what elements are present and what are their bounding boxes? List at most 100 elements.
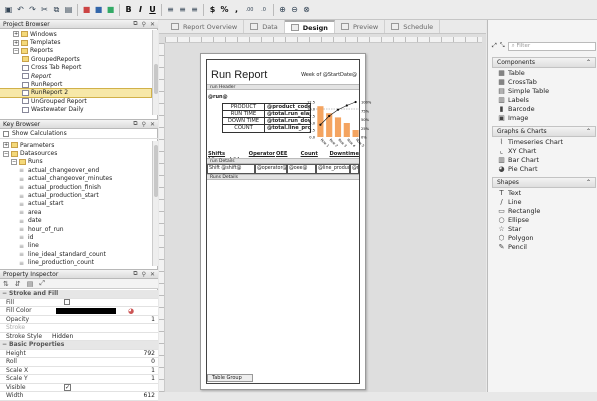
kpi-row[interactable]: PRODUCT @product_code — [223, 104, 310, 111]
key-tree-item[interactable]: ≡ actual_production_start — [0, 191, 151, 200]
shift-cell[interactable]: @operator@ — [255, 164, 287, 174]
tab-schedule[interactable]: Schedule — [385, 20, 441, 33]
property-value[interactable]: 792 — [52, 350, 158, 357]
expand-toggle-icon[interactable]: − — [13, 47, 19, 54]
bar[interactable] — [317, 106, 324, 137]
component-item-xy-chart[interactable]: ⌞ XY Chart — [492, 146, 596, 155]
shift-cell[interactable]: @run_down_time@ — [350, 164, 359, 174]
component-item-pie-chart[interactable]: ◕ Pie Chart — [492, 164, 596, 173]
project-tree-item[interactable]: + Windows — [0, 30, 151, 38]
key-tree-item[interactable]: + Parameters — [0, 141, 151, 149]
runs-details-band[interactable]: Runs Details — [207, 174, 359, 180]
line-point[interactable] — [354, 100, 357, 104]
component-item-image[interactable]: ▣ Image — [492, 113, 596, 122]
report-week[interactable]: Week of @StartDate@ — [301, 72, 357, 78]
kpi-row[interactable]: DOWN TIME @total.run_dow — [223, 118, 310, 125]
key-tree-item[interactable]: − Runs — [0, 158, 151, 166]
save-icon[interactable]: ▣ — [3, 4, 14, 15]
property-category[interactable]: − Basic Properties — [0, 341, 158, 350]
component-group-header[interactable]: Shapes ⌃ — [492, 177, 596, 188]
percent-button[interactable]: % — [219, 4, 230, 15]
underline-button[interactable]: U — [147, 4, 158, 15]
bar[interactable] — [352, 130, 359, 137]
pin-icon[interactable]: ⚲ — [142, 21, 146, 28]
fill-checkbox[interactable] — [64, 299, 70, 306]
inc-decimal-button[interactable]: .00 — [243, 4, 256, 15]
property-value[interactable]: 612 — [52, 392, 158, 399]
shifts-column-header[interactable]: Downtime — [328, 151, 359, 158]
collapse-chevron-icon[interactable]: ⌃ — [586, 179, 591, 186]
bar[interactable] — [343, 123, 350, 137]
component-item-bar-chart[interactable]: ▥ Bar Chart — [492, 155, 596, 164]
shift-cell[interactable]: @line_production_count@ — [316, 164, 350, 174]
expand-toggle-icon[interactable]: + — [3, 142, 9, 149]
line-point[interactable] — [328, 114, 331, 118]
property-row[interactable]: Fill — [0, 298, 158, 307]
pin-icon[interactable]: ⚲ — [142, 121, 146, 128]
tab-design[interactable]: Design — [284, 20, 335, 33]
project-tree-item[interactable]: − Reports — [0, 47, 151, 55]
property-row[interactable]: Width 612 — [0, 392, 158, 401]
tab-report-overview[interactable]: Report Overview — [165, 20, 245, 33]
report-title[interactable]: Run Report — [211, 69, 267, 81]
run-header-band[interactable]: run Header — [207, 84, 359, 90]
component-item-star[interactable]: ☆ Star — [492, 224, 596, 233]
component-item-simple-table[interactable]: ▤ Simple Table — [492, 86, 596, 95]
component-item-pencil[interactable]: ✎ Pencil — [492, 242, 596, 251]
table-group-label[interactable]: Table Group — [207, 374, 253, 382]
zoom-fit-icon[interactable]: ⊗ — [301, 4, 312, 15]
component-item-ellipse[interactable]: ○ Ellipse — [492, 215, 596, 224]
project-tree-item[interactable]: GroupedReports — [0, 55, 151, 63]
property-row[interactable]: Opacity 1 — [0, 315, 158, 324]
property-category[interactable]: − Stroke and Fill — [0, 290, 158, 299]
key-tree-item[interactable]: − Datasources — [0, 149, 151, 157]
key-tree-item[interactable]: ≡ line_ideal_standard_count — [0, 250, 151, 259]
close-icon[interactable]: ✕ — [150, 271, 155, 278]
component-item-text[interactable]: T Text — [492, 188, 596, 197]
bold-button[interactable]: B — [123, 4, 134, 15]
cut-icon[interactable]: ✂ — [39, 4, 50, 15]
visible-checkbox[interactable]: ✓ — [64, 383, 71, 391]
property-row[interactable]: Roll 0 — [0, 358, 158, 367]
property-row[interactable]: Scale X 1 — [0, 366, 158, 375]
expand-toggle-icon[interactable]: + — [13, 39, 19, 46]
key-tree-item[interactable]: ≡ id — [0, 233, 151, 242]
expand-toggle-icon[interactable]: − — [11, 158, 17, 165]
component-item-table[interactable]: ▦ Table — [492, 68, 596, 77]
project-tree-item[interactable]: Cross Tab Report — [0, 64, 151, 72]
key-tree-item[interactable]: ≡ actual_start — [0, 200, 151, 208]
zoom-in-icon[interactable]: ⊕ — [277, 4, 288, 15]
expand-all-icon[interactable]: ⤢ — [39, 279, 45, 288]
scroll-thumb[interactable] — [154, 145, 158, 197]
property-row[interactable]: Fill Color ◕ — [0, 307, 158, 316]
project-tree-item[interactable]: Wastewater Daily — [0, 106, 151, 114]
collapse-icon[interactable]: ⤡ — [500, 42, 505, 50]
comma-button[interactable]: , — [231, 4, 242, 15]
align-center-icon[interactable]: ≡ — [177, 4, 188, 15]
key-tree-item[interactable]: ≡ actual_changeover_end — [0, 166, 151, 175]
shifts-column-header[interactable]: OEE — [275, 151, 300, 158]
shifts-column-header[interactable]: Count — [300, 151, 329, 158]
line-point[interactable] — [319, 123, 322, 126]
copy-icon[interactable]: ⧉ — [51, 4, 62, 15]
project-tree-item[interactable]: Report — [0, 72, 151, 80]
kpi-row[interactable]: RUN TIME @total.run_elap — [223, 111, 310, 118]
component-group-header[interactable]: Graphs & Charts ⌃ — [492, 126, 596, 137]
close-icon[interactable]: ✕ — [150, 21, 155, 28]
table-view-icon[interactable]: ▤ — [27, 280, 34, 288]
project-tree-item[interactable]: UnGrouped Report — [0, 97, 151, 105]
italic-button[interactable]: I — [135, 4, 146, 15]
pareto-chart[interactable]: 12.5 10.0 7.5 5.0 2.5 0.0 100% 75% 50% 25% 0% Row 1… — [304, 99, 374, 151]
property-value[interactable]: Hidden — [52, 333, 158, 340]
property-value[interactable]: 1 — [52, 375, 158, 382]
component-item-crosstab[interactable]: ▦ CrossTab — [492, 77, 596, 86]
expand-icon[interactable]: ⤢ — [492, 42, 497, 50]
kpi-row[interactable]: COUNT@total.line_prod — [223, 125, 310, 132]
component-item-rectangle[interactable]: ▭ Rectangle — [492, 206, 596, 215]
key-tree-item[interactable]: ≡ line_production_count — [0, 258, 151, 267]
run-tag[interactable]: @run@ — [208, 94, 228, 100]
key-tree-item[interactable]: ≡ area — [0, 208, 151, 217]
property-row[interactable]: Stroke Style Hidden — [0, 332, 158, 341]
component-group-header[interactable]: Components ⌃ — [492, 57, 596, 68]
line-point[interactable] — [345, 104, 348, 107]
